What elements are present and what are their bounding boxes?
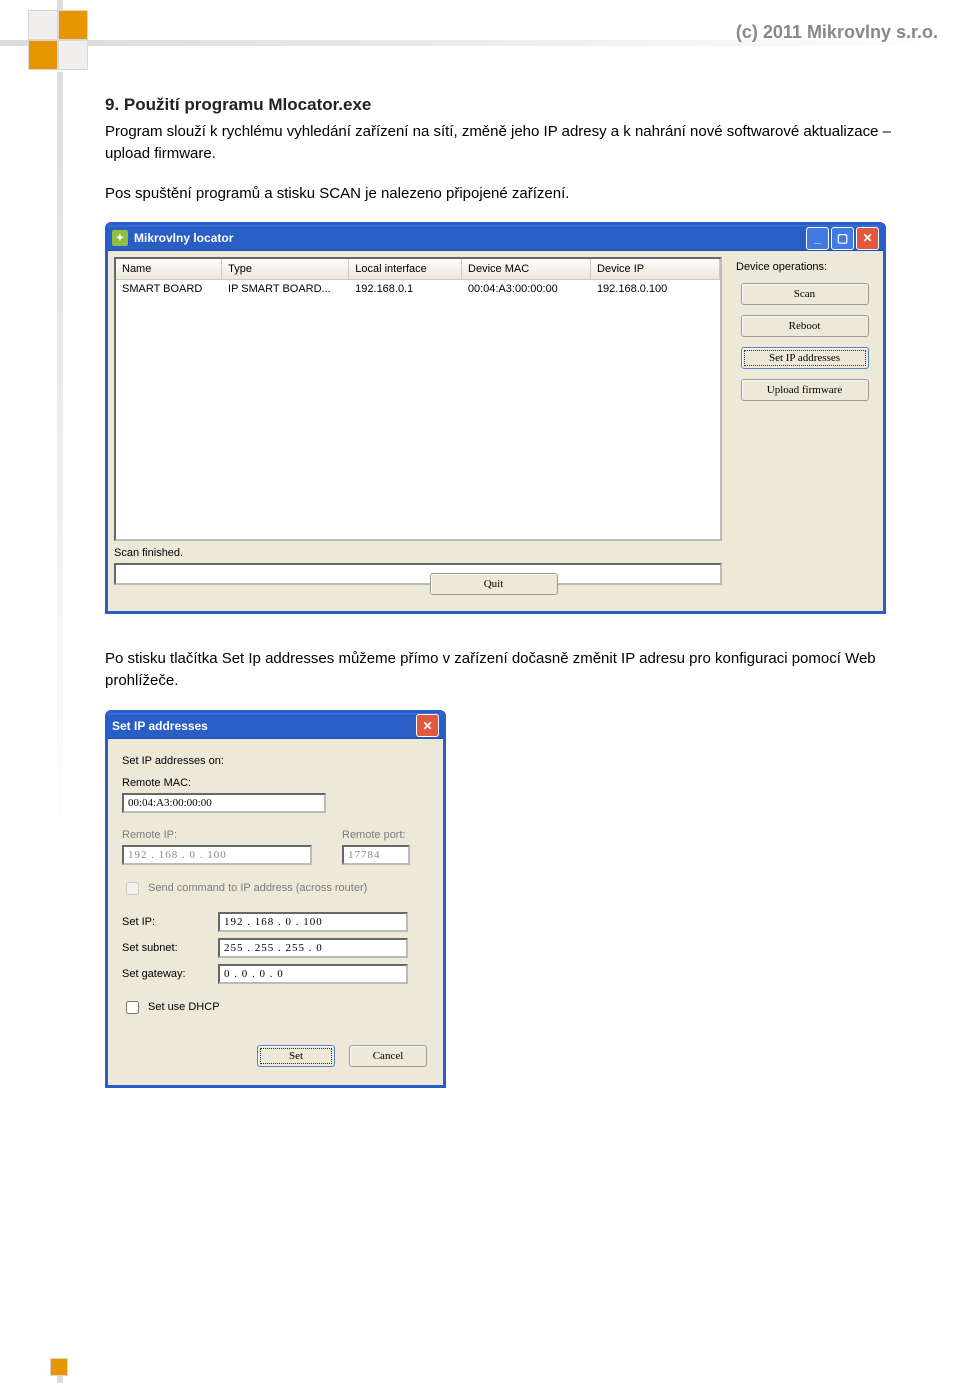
checkbox-icon[interactable] <box>126 1001 139 1014</box>
remote-ip-input: 192 . 168 . 0 . 100 <box>122 845 312 865</box>
set-gateway-input[interactable]: 0 . 0 . 0 . 0 <box>218 964 408 984</box>
close-button[interactable]: ✕ <box>416 714 439 737</box>
col-ip[interactable]: Device IP <box>591 259 720 279</box>
cell-ip: 192.168.0.100 <box>591 280 720 298</box>
checkbox-label: Set use DHCP <box>148 1001 220 1013</box>
device-list[interactable]: Name Type Local interface Device MAC Dev… <box>114 257 722 541</box>
operations-label: Device operations: <box>736 261 873 273</box>
set-ip-input[interactable]: 192 . 168 . 0 . 100 <box>218 912 408 932</box>
label-set-gateway: Set gateway: <box>122 968 218 980</box>
window-title: Mikrovlny locator <box>134 231 804 245</box>
cell-name: SMART BOARD <box>116 280 222 298</box>
close-button[interactable]: ✕ <box>856 227 879 250</box>
decorative-line <box>57 72 63 1372</box>
cell-type: IP SMART BOARD... <box>222 280 349 298</box>
window-titlebar[interactable]: ✦ Mikrovlny locator _ ▢ ✕ <box>108 225 883 251</box>
label-remote-port: Remote port: <box>342 829 410 841</box>
set-ip-button[interactable]: Set IP addresses <box>741 347 869 369</box>
set-ip-dialog: Set IP addresses ✕ Set IP addresses on: … <box>105 710 446 1088</box>
send-to-ip-checkbox: Send command to IP address (across route… <box>122 879 429 898</box>
logo-squares <box>28 10 88 70</box>
upload-firmware-button[interactable]: Upload firmware <box>741 379 869 401</box>
locator-window: ✦ Mikrovlny locator _ ▢ ✕ Name Type Loca… <box>105 222 886 614</box>
cancel-button[interactable]: Cancel <box>349 1045 427 1067</box>
col-iface[interactable]: Local interface <box>349 259 462 279</box>
remote-mac-input[interactable] <box>122 793 326 813</box>
label-set-subnet: Set subnet: <box>122 942 218 954</box>
use-dhcp-checkbox[interactable]: Set use DHCP <box>122 998 429 1017</box>
status-text: Scan finished. <box>114 545 877 561</box>
copyright: (c) 2011 Mikrovlny s.r.o. <box>736 22 938 43</box>
set-subnet-input[interactable]: 255 . 255 . 255 . 0 <box>218 938 408 958</box>
operations-panel: Device operations: Scan Reboot Set IP ad… <box>728 257 877 541</box>
paragraph: Pos spuštění programů a stisku SCAN je n… <box>105 183 930 205</box>
cell-mac: 00:04:A3:00:00:00 <box>462 280 591 298</box>
window-title: Set IP addresses <box>112 719 414 733</box>
logo-square-bottom <box>50 1358 68 1376</box>
window-titlebar[interactable]: Set IP addresses ✕ <box>108 713 443 739</box>
quit-button[interactable]: Quit <box>430 573 558 595</box>
maximize-button[interactable]: ▢ <box>831 227 854 250</box>
label-on: Set IP addresses on: <box>122 755 429 767</box>
col-type[interactable]: Type <box>222 259 349 279</box>
checkbox-icon <box>126 882 139 895</box>
reboot-button[interactable]: Reboot <box>741 315 869 337</box>
paragraph: Po stisku tlačítka Set Ip addresses může… <box>105 648 930 692</box>
minimize-button[interactable]: _ <box>806 227 829 250</box>
checkbox-label: Send command to IP address (across route… <box>148 882 367 894</box>
paragraph: Program slouží k rychlému vyhledání zaří… <box>105 121 930 165</box>
remote-port-input: 17784 <box>342 845 410 865</box>
list-row[interactable]: SMART BOARD IP SMART BOARD... 192.168.0.… <box>116 280 720 298</box>
set-button[interactable]: Set <box>257 1045 335 1067</box>
scan-button[interactable]: Scan <box>741 283 869 305</box>
label-remote-ip: Remote IP: <box>122 829 312 841</box>
col-mac[interactable]: Device MAC <box>462 259 591 279</box>
section-heading: 9. Použití programu Mlocator.exe <box>105 95 930 115</box>
list-header: Name Type Local interface Device MAC Dev… <box>116 259 720 280</box>
cell-iface: 192.168.0.1 <box>349 280 462 298</box>
decorative-line <box>0 40 28 46</box>
app-icon: ✦ <box>112 230 128 246</box>
label-remote-mac: Remote MAC: <box>122 777 429 789</box>
col-name[interactable]: Name <box>116 259 222 279</box>
label-set-ip: Set IP: <box>122 916 218 928</box>
